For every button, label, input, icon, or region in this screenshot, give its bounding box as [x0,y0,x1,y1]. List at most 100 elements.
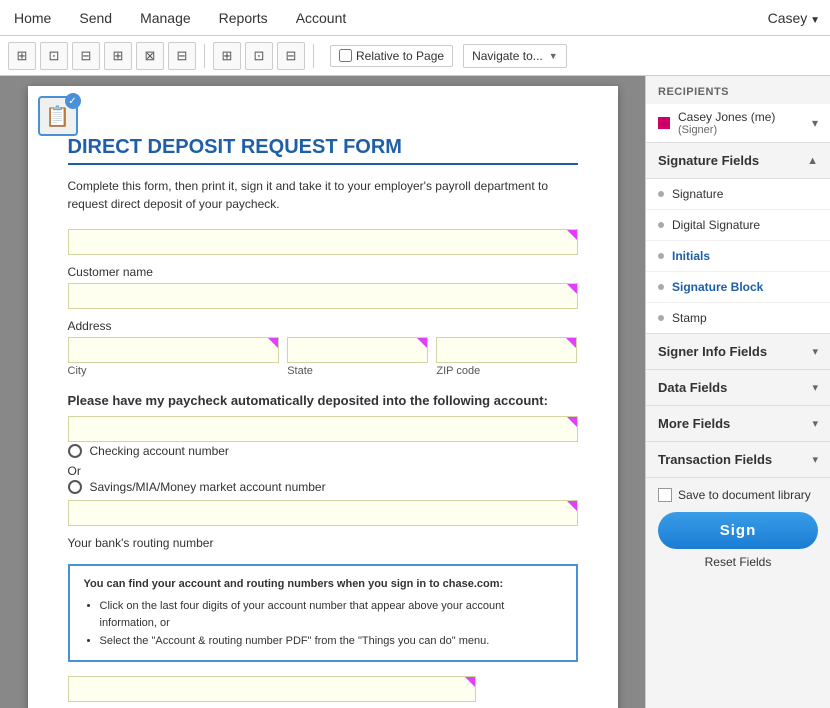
address-field[interactable] [68,283,578,309]
city-state-zip-row [68,337,578,363]
transaction-fields-chevron: ▾ [812,453,818,466]
savings-label: Savings/MIA/Money market account number [90,480,326,494]
recipient-role: (Signer) [678,124,775,136]
info-bullet-1: Click on the last four digits of your ac… [100,598,562,633]
extra-field[interactable] [68,676,476,702]
panel-actions: Save to document library Sign Reset Fiel… [646,478,830,579]
nav-reports[interactable]: Reports [215,2,272,34]
sign-button[interactable]: Sign [658,512,818,549]
nav-send[interactable]: Send [75,2,116,34]
recipients-header: RECIPIENTS [646,76,830,104]
recipient-name: Casey Jones (me) [678,110,775,124]
info-box: You can find your account and routing nu… [68,564,578,662]
reset-fields-link[interactable]: Reset Fields [658,555,818,569]
save-library-row: Save to document library [658,488,818,502]
sig-name-sig-block: Signature Block [672,280,763,294]
more-fields-section[interactable]: More Fields ▾ [646,406,830,442]
data-fields-section[interactable]: Data Fields ▾ [646,370,830,406]
relative-page-label: Relative to Page [356,49,444,63]
pink-corner-1 [567,230,577,240]
more-fields-chevron: ▾ [812,417,818,430]
signature-fields-label: Signature Fields [658,153,759,168]
toolbar-btn-7[interactable]: ⊞ [213,42,241,70]
transaction-fields-section[interactable]: Transaction Fields ▾ [646,442,830,478]
toolbar-btn-8[interactable]: ⊡ [245,42,273,70]
relative-page-checkbox-label[interactable]: Relative to Page [330,45,453,67]
pink-corner-zip [566,338,576,348]
relative-page-checkbox[interactable] [339,49,352,62]
data-fields-chevron: ▾ [812,381,818,394]
navigate-dropdown[interactable]: Navigate to... [463,44,567,68]
user-menu[interactable]: Casey [768,10,820,26]
sig-field-stamp[interactable]: Stamp [646,303,830,333]
doc-divider [68,163,578,165]
toolbar-btn-1[interactable]: ⊞ [8,42,36,70]
doc-title: DIRECT DEPOSIT REQUEST FORM [68,136,578,159]
pink-corner-state [417,338,427,348]
toolbar-btn-3[interactable]: ⊟ [72,42,100,70]
zip-label: ZIP code [436,365,577,377]
or-text: Or [68,464,578,478]
document-area[interactable]: 📋 ✓ DIRECT DEPOSIT REQUEST FORM Complete… [0,76,645,708]
nav-account[interactable]: Account [292,2,351,34]
toolbar-btn-2[interactable]: ⊡ [40,42,68,70]
routing-label: Your bank's routing number [68,536,578,550]
city-field[interactable] [68,337,279,363]
info-box-title: You can find your account and routing nu… [84,576,562,594]
state-field[interactable] [287,337,428,363]
city-label: City [68,365,280,377]
savings-field[interactable] [68,500,578,526]
sig-dot-digital [658,222,664,228]
savings-radio[interactable] [68,480,82,494]
signer-info-label: Signer Info Fields [658,344,767,359]
right-panel: RECIPIENTS Casey Jones (me) (Signer) ▾ S… [645,76,830,708]
recipient-row[interactable]: Casey Jones (me) (Signer) ▾ [646,104,830,143]
checking-radio[interactable] [68,444,82,458]
signature-fields-header[interactable]: Signature Fields ▲ [646,143,830,179]
sig-name-digital: Digital Signature [672,218,760,232]
sig-name-stamp: Stamp [672,311,707,325]
doc-stamp-icon: 📋 ✓ [38,96,78,136]
main-layout: 📋 ✓ DIRECT DEPOSIT REQUEST FORM Complete… [0,76,830,708]
pink-corner-savings [567,501,577,511]
toolbar-sep-1 [204,44,205,68]
sig-field-initials[interactable]: Initials [646,241,830,272]
col-labels: City State ZIP code [68,365,578,377]
deposit-section-label: Please have my paycheck automatically de… [68,393,578,408]
signer-info-section[interactable]: Signer Info Fields ▾ [646,334,830,370]
toolbar-btn-6[interactable]: ⊟ [168,42,196,70]
checking-field[interactable] [68,416,578,442]
info-box-list: Click on the last four digits of your ac… [100,598,562,651]
toolbar-btn-5[interactable]: ⊠ [136,42,164,70]
sig-field-sig-block[interactable]: Signature Block [646,272,830,303]
top-nav: Home Send Manage Reports Account Casey [0,0,830,36]
pink-corner-city [268,338,278,348]
toolbar-btn-4[interactable]: ⊞ [104,42,132,70]
sig-field-digital[interactable]: Digital Signature [646,210,830,241]
sig-fields-list: Signature Digital Signature Initials Sig… [646,179,830,334]
doc-description: Complete this form, then print it, sign … [68,177,578,213]
nav-manage[interactable]: Manage [136,2,195,34]
customer-name-label: Customer name [68,265,578,279]
data-fields-label: Data Fields [658,380,727,395]
recipient-color-swatch [658,117,670,129]
recipient-chevron[interactable]: ▾ [812,116,818,130]
checking-radio-row: Checking account number [68,444,578,458]
nav-home[interactable]: Home [10,2,55,34]
save-library-checkbox[interactable] [658,488,672,502]
checking-label: Checking account number [90,444,229,458]
info-bullet-2: Select the "Account & routing number PDF… [100,633,562,651]
toolbar: ⊞ ⊡ ⊟ ⊞ ⊠ ⊟ ⊞ ⊡ ⊟ Relative to Page Navig… [0,36,830,76]
sig-field-signature[interactable]: Signature [646,179,830,210]
signer-info-chevron: ▾ [812,345,818,358]
pink-corner-2 [567,284,577,294]
sig-name-signature: Signature [672,187,723,201]
zip-field[interactable] [436,337,577,363]
doc-scroll: 📋 ✓ DIRECT DEPOSIT REQUEST FORM Complete… [0,76,645,708]
pink-corner-checking [567,417,577,427]
doc-page: 📋 ✓ DIRECT DEPOSIT REQUEST FORM Complete… [28,86,618,708]
toolbar-btn-9[interactable]: ⊟ [277,42,305,70]
sig-dot-signature [658,191,664,197]
customer-name-field[interactable] [68,229,578,255]
save-library-label: Save to document library [678,488,811,502]
